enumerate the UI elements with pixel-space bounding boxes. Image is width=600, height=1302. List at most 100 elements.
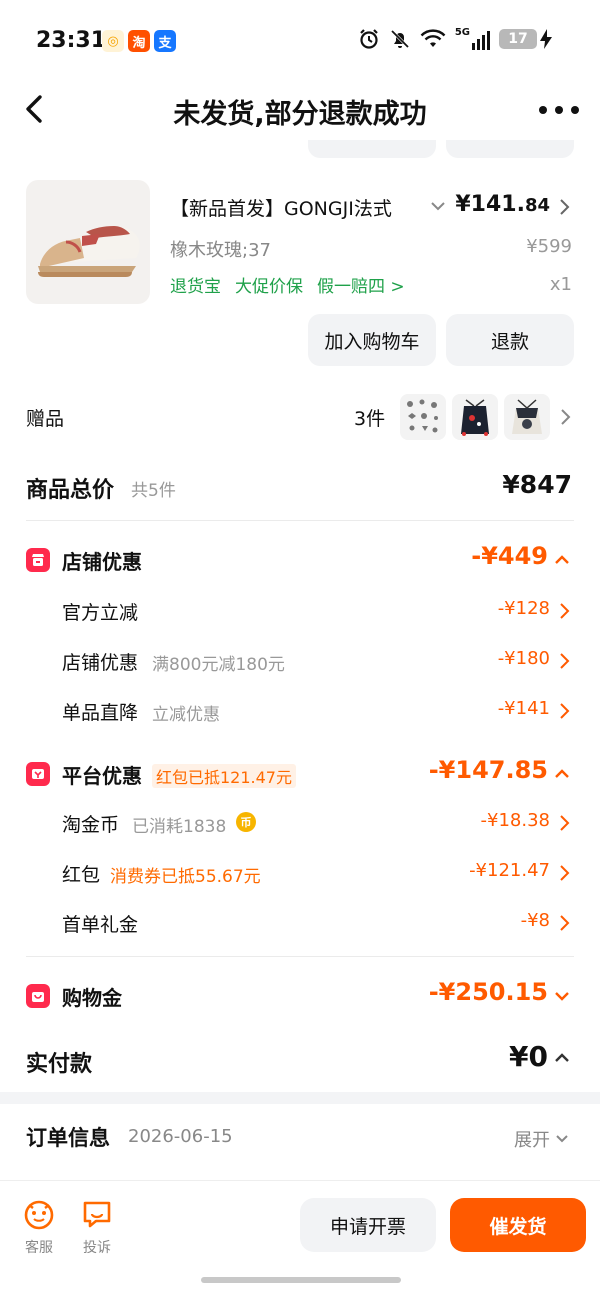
status-time: 23:31: [36, 28, 107, 53]
service-tags[interactable]: 退货宝 大促价保 假一赔四 >: [170, 272, 405, 297]
discount-row[interactable]: 淘金币 已消耗1838 币 -¥18.38: [0, 806, 600, 842]
customer-service-button[interactable]: 客服: [14, 1197, 64, 1257]
platform-discount-header[interactable]: 平台优惠 红包已抵121.47元 -¥147.85: [0, 756, 600, 800]
nav-bar: 未发货,部分退款成功: [0, 84, 600, 140]
store-discount-amount: -¥449: [471, 542, 548, 570]
shopping-credit-amount: -¥250.15: [428, 978, 548, 1006]
store-discount-title: 店铺优惠: [62, 550, 142, 574]
discount-amount: -¥180: [497, 648, 550, 669]
discount-label: 首单礼金: [62, 914, 139, 936]
order-info-row[interactable]: 订单信息 2026-06-15 展开: [0, 1118, 600, 1158]
add-to-cart-button[interactable]: 加入购物车: [308, 314, 436, 366]
gift-count: 3件: [354, 408, 386, 430]
shoe-image: [38, 226, 140, 277]
gift-thumbnail[interactable]: [400, 394, 446, 440]
total-label: 商品总价: [26, 478, 115, 503]
alarm-icon: [360, 29, 378, 49]
request-invoice-button[interactable]: 申请开票: [300, 1198, 436, 1252]
quantity: x1: [549, 274, 572, 295]
price-decimal: 84: [524, 195, 550, 216]
pouch-image: [512, 399, 542, 434]
chevron-up-icon[interactable]: [552, 764, 572, 784]
service-tag[interactable]: 退货宝: [170, 272, 221, 297]
scrolled-button: [446, 140, 574, 158]
discount-amount: -¥128: [497, 598, 550, 619]
chevron-right-icon[interactable]: [558, 408, 572, 426]
shopping-credit-header[interactable]: 购物金 -¥250.15: [0, 978, 600, 1022]
status-app-icons: ◎ 淘 支: [102, 30, 176, 52]
discount-row[interactable]: 单品直降 立减优惠 -¥141: [0, 694, 600, 730]
discount-note: 立减优惠: [152, 705, 220, 725]
discount-amount: -¥18.38: [480, 810, 550, 831]
status-right: 5G 17: [358, 28, 552, 50]
service-tag[interactable]: 假一赔四 >: [317, 272, 405, 297]
chevron-down-icon[interactable]: [428, 196, 448, 216]
gift-row[interactable]: 赠品 3件: [0, 390, 600, 446]
discount-row[interactable]: 店铺优惠 满800元减180元 -¥180: [0, 644, 600, 680]
complaint-button[interactable]: 投诉: [72, 1197, 122, 1257]
paid-label: 实付款: [26, 1052, 93, 1077]
discount-row[interactable]: 官方立减 -¥128: [0, 594, 600, 630]
discount-row[interactable]: 首单礼金 -¥8: [0, 906, 600, 942]
chevron-right-icon[interactable]: [558, 914, 570, 932]
store-discount-header[interactable]: 店铺优惠 -¥449: [0, 542, 600, 586]
home-indicator[interactable]: [201, 1277, 401, 1283]
complaint-icon: [83, 1201, 111, 1228]
chevron-down-icon[interactable]: [552, 986, 572, 1006]
customer-service-icon: [24, 1200, 54, 1230]
album-app-icon: ◎: [102, 30, 124, 52]
chevron-up-icon[interactable]: [552, 550, 572, 570]
chevron-right-icon[interactable]: [558, 864, 570, 882]
price-main: ¥141.: [455, 192, 525, 217]
shopping-bag-icon: [26, 984, 50, 1008]
platform-discount-amount: -¥147.85: [428, 756, 548, 784]
product-card[interactable]: 【新品首发】GONGJI法式 ¥141.84 橡木玫瑰;37 ¥599 退货宝 …: [0, 178, 600, 368]
discount-amount: -¥121.47: [469, 860, 550, 881]
chevron-up-icon[interactable]: [552, 1048, 572, 1068]
platform-discount-title: 平台优惠: [62, 764, 142, 788]
service-tag[interactable]: 大促价保: [235, 272, 303, 297]
discount-note: 消费券已抵55.67元: [110, 867, 261, 887]
gift-label: 赠品: [26, 408, 65, 430]
section-separator: [0, 1092, 600, 1104]
total-row: 商品总价 共5件 ¥847: [0, 464, 600, 514]
chevron-right-icon[interactable]: [558, 702, 570, 720]
item-count: 共5件: [131, 481, 176, 501]
discount-note: 满800元减180元: [152, 655, 285, 675]
discount-label: 红包: [62, 864, 101, 886]
store-icon: [26, 548, 50, 572]
expand-label[interactable]: 展开: [514, 1126, 550, 1152]
product-title[interactable]: 【新品首发】GONGJI法式: [170, 194, 420, 221]
network-type: 5G: [454, 27, 470, 38]
order-info-label: 订单信息: [26, 1126, 110, 1150]
wifi-icon: [420, 29, 446, 47]
urge-shipment-button[interactable]: 催发货: [450, 1198, 586, 1252]
product-price: ¥141.84: [455, 192, 550, 217]
complaint-label: 投诉: [83, 1240, 111, 1256]
coin-icon: 币: [236, 812, 256, 832]
gift-thumbnail[interactable]: [504, 394, 550, 440]
chevron-right-icon[interactable]: [558, 814, 570, 832]
scrolled-button-row: [0, 140, 600, 160]
discount-amount: -¥8: [520, 910, 550, 931]
refund-button[interactable]: 退款: [446, 314, 574, 366]
page-title: 未发货,部分退款成功: [173, 99, 427, 130]
chevron-right-icon[interactable]: [556, 198, 572, 216]
discount-label: 单品直降: [62, 702, 139, 724]
more-options-icon[interactable]: [538, 98, 580, 122]
chevron-right-icon[interactable]: [558, 602, 570, 620]
chevron-right-icon[interactable]: [558, 652, 570, 670]
discount-row[interactable]: 红包 消费券已抵55.67元 -¥121.47: [0, 856, 600, 892]
discount-note: 已消耗1838: [132, 817, 227, 837]
charging-bolt-icon: [540, 29, 552, 49]
chevron-down-icon[interactable]: [552, 1128, 572, 1148]
customer-service-label: 客服: [25, 1240, 53, 1256]
paid-row[interactable]: 实付款 ¥0: [0, 1036, 600, 1086]
product-spec: 橡木玫瑰;37: [170, 240, 271, 261]
discount-amount: -¥141: [497, 698, 550, 719]
mute-bell-icon: [390, 29, 409, 49]
discount-label: 淘金币: [62, 814, 120, 836]
product-image[interactable]: [26, 180, 150, 304]
divider: [26, 956, 574, 957]
gift-thumbnail[interactable]: [452, 394, 498, 440]
